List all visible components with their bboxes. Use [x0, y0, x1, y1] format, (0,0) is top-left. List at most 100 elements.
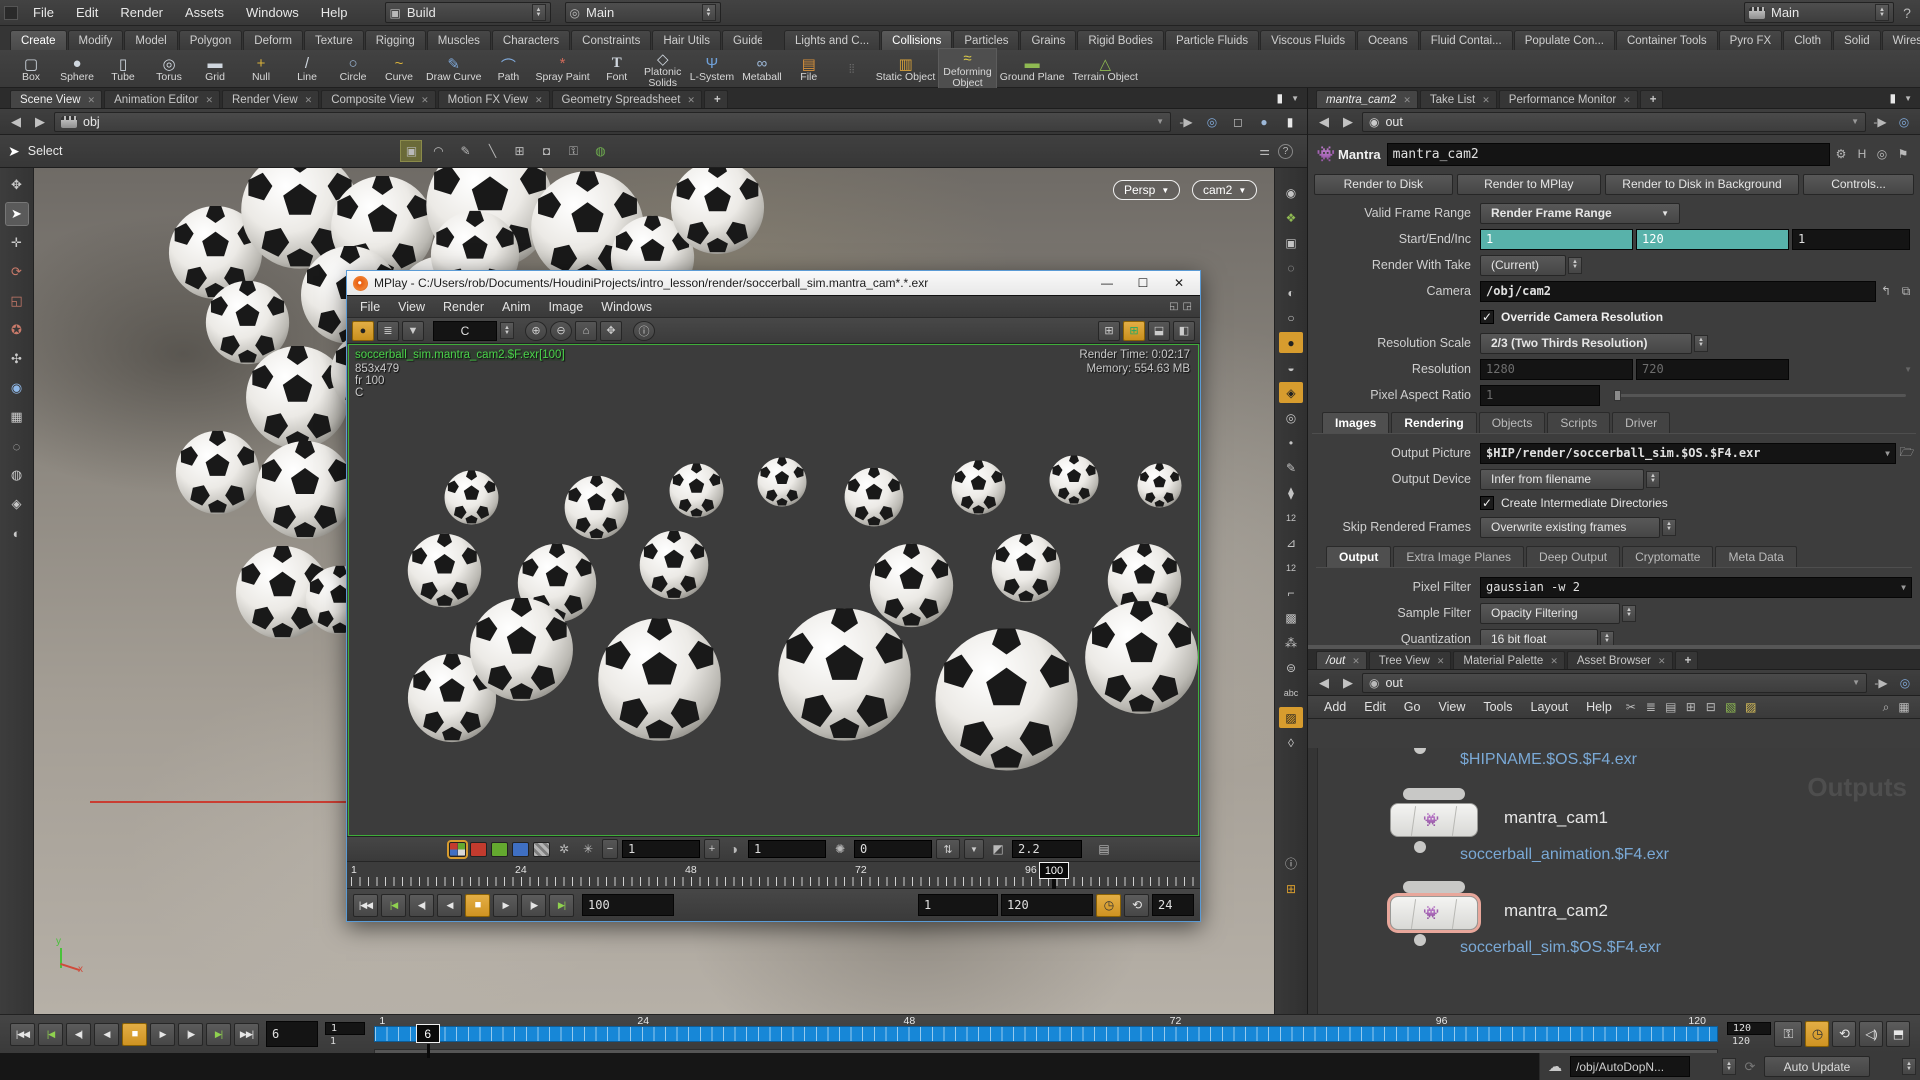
brush-select-icon[interactable]: ✎	[454, 144, 476, 158]
point-numbers-icon[interactable]: 12	[1279, 507, 1303, 528]
net-menu-layout[interactable]: Layout	[1523, 700, 1577, 714]
shelf-tab[interactable]: Characters	[492, 30, 570, 50]
tab-scripts[interactable]: Scripts	[1547, 412, 1610, 433]
eyedropper-icon[interactable]: ⧫	[1279, 482, 1303, 503]
shelf-tool-line[interactable]: /Line	[284, 54, 330, 83]
tab-asset-browser[interactable]: Asset Browser✕	[1567, 651, 1673, 669]
notes-icon[interactable]: ▤	[1662, 700, 1680, 714]
node-input-connector[interactable]	[1403, 788, 1465, 800]
jump-start-icon[interactable]: |◀◀	[10, 1023, 35, 1046]
main-context-selector[interactable]: ◎ Main▲▼	[565, 2, 721, 23]
shelf-tab[interactable]: Create	[10, 30, 67, 50]
tab-geometry-spreadsheet[interactable]: Geometry Spreadsheet✕	[552, 90, 702, 108]
exposure-field[interactable]: 1	[622, 840, 700, 858]
frame-view-icon[interactable]: ❖	[1279, 207, 1303, 228]
output-device-spinner[interactable]: ▲▼	[1646, 471, 1660, 488]
current-node-path[interactable]: /obj/AutoDopN...	[1570, 1056, 1690, 1077]
chevron-down-icon[interactable]: ▼	[1901, 583, 1906, 592]
help-icon[interactable]: ?	[1894, 3, 1920, 23]
op-jump-icon[interactable]: ⧉	[1896, 284, 1916, 299]
mplay-menu-image[interactable]: Image	[540, 300, 593, 314]
camera-tool-icon[interactable]: ◍	[6, 464, 28, 486]
memory-brain-icon[interactable]: ☁	[1540, 1058, 1570, 1075]
offset-field[interactable]: 0	[854, 840, 932, 858]
menu-assets[interactable]: Assets	[174, 0, 235, 26]
alpha-channel-icon[interactable]	[533, 842, 550, 857]
close-icon[interactable]: ✕	[88, 95, 96, 106]
op-pick-icon[interactable]: ↰	[1876, 284, 1896, 298]
rotate-tool-icon[interactable]: ⟳	[6, 261, 28, 283]
path-dropdown-icon[interactable]: ▼	[1851, 117, 1859, 126]
geometry-tool-icon[interactable]: ◈	[6, 493, 28, 515]
stop-icon[interactable]: ■	[122, 1023, 147, 1046]
refresh-icon[interactable]: ⟳	[1736, 1059, 1764, 1075]
path-dropdown-icon[interactable]: ▼	[1852, 678, 1860, 687]
shapes-icon[interactable]: ▨	[1742, 700, 1760, 714]
tab-out[interactable]: /out✕	[1316, 651, 1367, 669]
close-icon[interactable]: ✕	[305, 95, 313, 106]
tab-motion-fx-view[interactable]: Motion FX View✕	[438, 90, 550, 108]
override-resolution-checkbox[interactable]: ✓	[1480, 310, 1494, 324]
close-icon[interactable]: ✕	[205, 95, 213, 106]
shelf-tool-curve[interactable]: ~Curve	[376, 54, 422, 83]
expand-pane-icon[interactable]: ◲	[1183, 301, 1192, 312]
brush-display-icon[interactable]: ✎	[1279, 457, 1303, 478]
mplay-menu-render[interactable]: Render	[434, 300, 493, 314]
points-display-icon[interactable]: •	[1279, 432, 1303, 453]
shelf-tool-draw-curve[interactable]: ✎Draw Curve	[422, 54, 485, 83]
out-path-field[interactable]: ◉ out ▼	[1362, 673, 1867, 693]
no-lighting-icon[interactable]: ◌	[1279, 257, 1303, 278]
float-pane-icon[interactable]: ◱	[1169, 301, 1178, 312]
close-icon[interactable]: ✕	[1658, 656, 1666, 667]
close-icon[interactable]: ✕	[687, 95, 695, 106]
select-all-icon[interactable]: ⊞	[508, 144, 530, 158]
node-input-connector[interactable]	[1403, 881, 1465, 893]
radial-menu-icon[interactable]: ◎	[1895, 676, 1915, 690]
mplay-menu-view[interactable]: View	[389, 300, 434, 314]
render-to-disk-background-button[interactable]: Render to Disk in Background	[1605, 174, 1799, 195]
mplay-window[interactable]: MPlay - C:/Users/rob/Documents/HoudiniPr…	[346, 270, 1201, 922]
pose-tool-icon[interactable]: ✪	[6, 319, 28, 341]
tab-scene-view[interactable]: Scene View✕	[10, 90, 102, 108]
shelf-divider[interactable]: ⣿	[846, 52, 856, 86]
close-icon[interactable]: ✕	[1550, 656, 1558, 667]
point-normals-icon[interactable]: ⊿	[1279, 532, 1303, 553]
radial-menu-icon[interactable]: ◎	[1894, 115, 1914, 129]
sample-filter-spinner[interactable]: ▲▼	[1622, 605, 1636, 622]
back-icon[interactable]: ◀	[6, 113, 26, 131]
resolution-scale-spinner[interactable]: ▲▼	[1694, 335, 1708, 352]
zoom-in-icon[interactable]: ⊕	[525, 321, 547, 341]
minimize-icon[interactable]: —	[1092, 273, 1122, 293]
headlight-icon[interactable]: ◐	[1279, 282, 1303, 303]
shelf-tab[interactable]: Fluid Contai...	[1420, 30, 1513, 50]
blue-channel-icon[interactable]	[512, 842, 529, 857]
node-output-connector[interactable]	[1414, 841, 1426, 853]
gear-icon[interactable]: ⚙	[1830, 147, 1852, 161]
keys-icon[interactable]: ⚿	[562, 144, 584, 159]
forward-icon[interactable]: ▶	[30, 113, 50, 131]
back-icon[interactable]: ◀	[1314, 113, 1334, 131]
close-icon[interactable]: ✕	[421, 95, 429, 106]
tab-cryptomatte[interactable]: Cryptomatte	[1622, 546, 1713, 567]
node-name-field[interactable]: mantra_cam2	[1387, 143, 1830, 166]
step-back-icon[interactable]: ◀|	[409, 894, 434, 917]
end-field[interactable]: 120	[1636, 229, 1789, 250]
visibility-icon[interactable]: ◉	[1279, 182, 1303, 203]
text-overlay-icon[interactable]: abc	[1279, 682, 1303, 703]
shelf-tool-sphere[interactable]: ●Sphere	[54, 54, 100, 83]
path-dropdown-icon[interactable]: ▼	[1156, 117, 1164, 126]
shelf-tab[interactable]: Deform	[243, 30, 303, 50]
range-end-field[interactable]: 120	[1727, 1022, 1771, 1035]
new-tab-button[interactable]: +	[1675, 651, 1699, 669]
mplay-fps-field[interactable]: 24	[1152, 894, 1194, 916]
menu-windows[interactable]: Windows	[235, 0, 310, 26]
pin-icon[interactable]: -▶	[1175, 115, 1197, 129]
tab-render-view[interactable]: Render View✕	[222, 90, 319, 108]
hscript-icon[interactable]: H	[1852, 147, 1872, 161]
skip-rendered-spinner[interactable]: ▲▼	[1662, 519, 1676, 536]
shelf-tab[interactable]: Constraints	[571, 30, 651, 50]
node-mantra-cam1[interactable]: 👾	[1390, 803, 1478, 837]
group-list-icon[interactable]: ⊜	[1279, 657, 1303, 678]
channel-selector[interactable]: C	[433, 321, 497, 341]
image-view-icon[interactable]: ●	[352, 321, 374, 341]
